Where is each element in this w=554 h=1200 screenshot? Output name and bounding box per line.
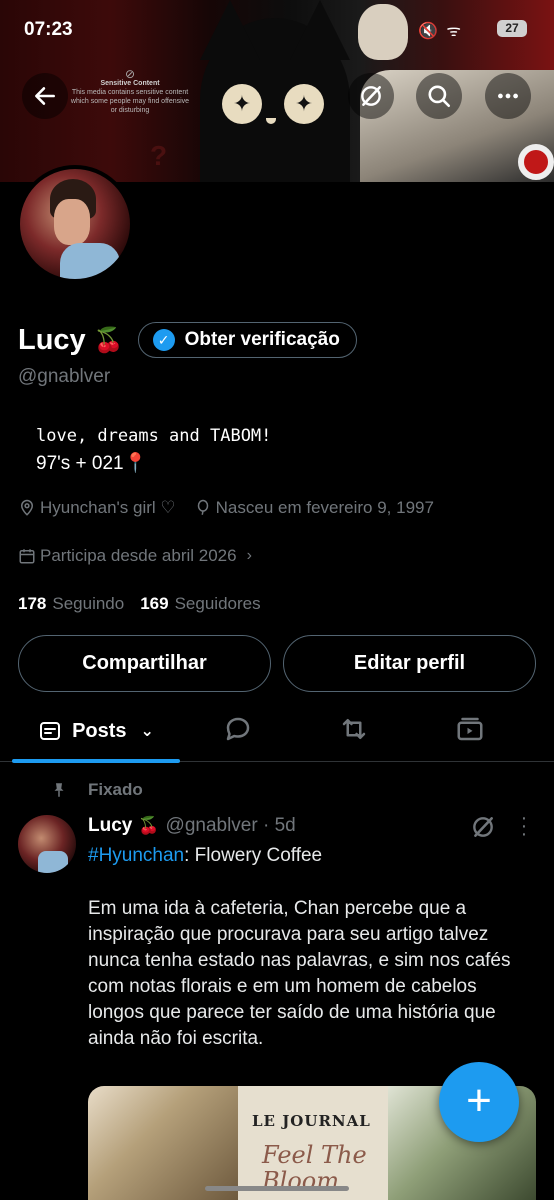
- post-author[interactable]: Lucy: [88, 815, 132, 837]
- post-grok-button[interactable]: [470, 814, 496, 840]
- status-icons: 🔇 ᯤ: [418, 23, 463, 40]
- post-more-button[interactable]: · · ·: [514, 808, 534, 844]
- profile-name: Lucy: [18, 323, 86, 356]
- post-title: #Hyunchan: Flowery Coffee: [88, 845, 322, 867]
- eye-slash-icon: ⊘: [124, 67, 136, 81]
- profile-handle: @gnablver: [18, 366, 111, 387]
- post-handle-time: @gnablver · 5d: [165, 815, 296, 836]
- media-journal-header: LE JOURNAL: [252, 1112, 371, 1130]
- pinned-label: Fixado: [88, 780, 143, 799]
- profile-meta: Hyunchan's girl ♡ Nasceu em fevereiro 9,…: [18, 498, 452, 518]
- search-icon: [428, 85, 451, 108]
- get-verified-label: Obter verificação: [184, 329, 340, 350]
- follow-stats: 178 Seguindo 169 Seguidores: [18, 594, 261, 614]
- pin-icon: [54, 783, 64, 797]
- joined-text: Participa desde abril 2026: [40, 546, 237, 565]
- banner-eye: ✦: [284, 84, 324, 124]
- chevron-right-icon: ›: [246, 547, 252, 564]
- profile-bio: love, dreams and TABOM! 97's + 021📍: [36, 422, 271, 478]
- battery-indicator: 27: [497, 20, 527, 37]
- media-image-2[interactable]: LE JOURNAL Feel The Bloom: [238, 1086, 388, 1200]
- more-options-button[interactable]: [485, 73, 531, 119]
- share-button[interactable]: Compartilhar: [18, 635, 271, 692]
- sensitive-text: This media contains sensitive content wh…: [70, 89, 190, 114]
- calendar-icon: [19, 549, 35, 564]
- verified-badge-icon: ✓: [152, 329, 175, 351]
- profile-actions: Compartilhar Editar perfil: [18, 635, 536, 692]
- more-horizontal-icon: [498, 93, 518, 99]
- sensitive-title: Sensitive Content: [100, 80, 160, 87]
- grok-icon: [361, 86, 381, 106]
- media-icon: [457, 717, 483, 741]
- followers-link[interactable]: 169 Seguidores: [140, 594, 260, 614]
- profile-avatar[interactable]: [16, 165, 134, 283]
- location-text: Hyunchan's girl ♡: [40, 498, 176, 517]
- reply-icon: [226, 717, 250, 741]
- post-title-text: : Flowery Coffee: [184, 845, 323, 866]
- post-header: Lucy 🍒 @gnablver · 5d: [88, 815, 296, 837]
- get-verified-button[interactable]: ✓ Obter verificação: [137, 322, 357, 358]
- pinned-indicator: Fixado: [50, 780, 143, 800]
- following-label: Seguindo: [52, 594, 125, 613]
- following-link[interactable]: 178 Seguindo: [18, 594, 124, 614]
- cherry-emoji: 🍒: [93, 326, 124, 354]
- tab-posts-label: Posts: [72, 719, 127, 742]
- more-vertical-icon: · · ·: [520, 807, 528, 845]
- active-tab-indicator: [12, 759, 180, 763]
- tab-replies[interactable]: [223, 714, 253, 744]
- post-body: Em uma ida à cafeteria, Chan percebe que…: [88, 898, 511, 1049]
- repost-icon: [342, 719, 366, 739]
- location-item: Hyunchan's girl ♡: [18, 498, 176, 518]
- birth-text: Nasceu em fevereiro 9, 1997: [215, 498, 434, 517]
- location-pin-icon: [20, 499, 34, 516]
- cherry-emoji: 🍒: [138, 816, 160, 835]
- status-time: 07:23: [24, 19, 73, 40]
- chevron-down-icon: ⌄: [140, 723, 154, 740]
- home-indicator[interactable]: [205, 1186, 349, 1191]
- tab-media[interactable]: [455, 714, 485, 744]
- birth-item: Nasceu em fevereiro 9, 1997: [194, 498, 434, 518]
- followers-label: Seguidores: [174, 594, 261, 613]
- profile-name-row: Lucy 🍒 ✓ Obter verificação: [18, 322, 357, 358]
- search-button[interactable]: [416, 73, 462, 119]
- tab-reposts[interactable]: [339, 714, 369, 744]
- bio-line-2: 97's + 021📍: [36, 453, 148, 474]
- grok-icon: [473, 817, 493, 837]
- edit-profile-button[interactable]: Editar perfil: [283, 635, 536, 692]
- tab-posts[interactable]: Posts ⌄: [12, 700, 180, 763]
- compose-button[interactable]: +: [439, 1062, 519, 1142]
- grok-button[interactable]: [348, 73, 394, 119]
- back-button[interactable]: [22, 73, 68, 119]
- bio-line-1: love, dreams and TABOM!: [36, 426, 272, 446]
- post-hashtag[interactable]: #Hyunchan: [88, 845, 184, 866]
- media-image-1[interactable]: [88, 1086, 238, 1200]
- status-bar: 07:23 🔇 ᯤ 27: [0, 0, 554, 56]
- joined-row[interactable]: Participa desde abril 2026 ›: [18, 546, 252, 566]
- following-count: 178: [18, 594, 47, 613]
- banner-eye: ✦: [222, 84, 262, 124]
- followers-count: 169: [140, 594, 169, 613]
- sensitive-content-notice: ⊘ Sensitive Content This media contains …: [70, 67, 190, 115]
- plus-icon: +: [466, 1076, 492, 1125]
- arrow-left-icon: [35, 87, 55, 105]
- profile-tabs: Posts ⌄: [0, 700, 554, 763]
- posts-icon: [40, 722, 61, 740]
- post-avatar[interactable]: [18, 815, 76, 873]
- balloon-icon: [197, 499, 208, 515]
